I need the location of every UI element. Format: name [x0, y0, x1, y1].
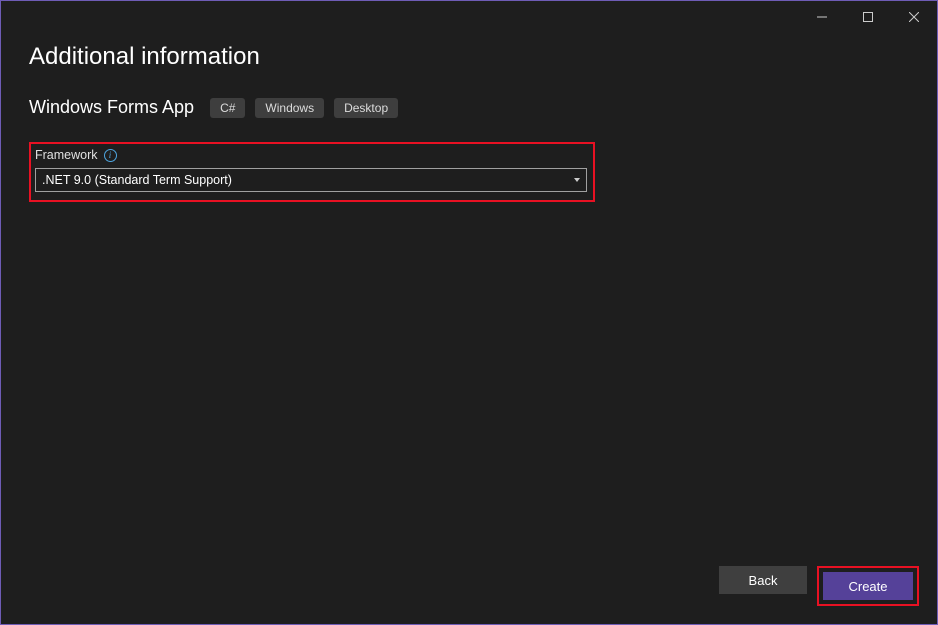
- minimize-button[interactable]: [799, 1, 845, 33]
- subtitle-row: Windows Forms App C# Windows Desktop: [29, 97, 909, 118]
- maximize-button[interactable]: [845, 1, 891, 33]
- content-area: Additional information Windows Forms App…: [1, 33, 937, 202]
- framework-label-row: Framework i: [31, 144, 587, 168]
- tag-type: Desktop: [334, 98, 398, 118]
- info-icon[interactable]: i: [104, 149, 117, 162]
- framework-label: Framework: [35, 148, 98, 162]
- framework-selected-value: .NET 9.0 (Standard Term Support): [42, 173, 232, 187]
- create-highlight: Create: [817, 566, 919, 606]
- framework-dropdown[interactable]: .NET 9.0 (Standard Term Support): [35, 168, 587, 192]
- framework-highlight: Framework i .NET 9.0 (Standard Term Supp…: [29, 142, 595, 202]
- template-name: Windows Forms App: [29, 97, 194, 118]
- create-button[interactable]: Create: [823, 572, 913, 600]
- close-button[interactable]: [891, 1, 937, 33]
- tag-platform: Windows: [255, 98, 324, 118]
- tag-language: C#: [210, 98, 245, 118]
- footer-buttons: Back Create: [719, 566, 919, 606]
- page-title: Additional information: [29, 43, 909, 71]
- titlebar: [1, 1, 937, 33]
- back-button[interactable]: Back: [719, 566, 807, 594]
- chevron-down-icon: [574, 178, 580, 182]
- window-controls: [799, 1, 937, 33]
